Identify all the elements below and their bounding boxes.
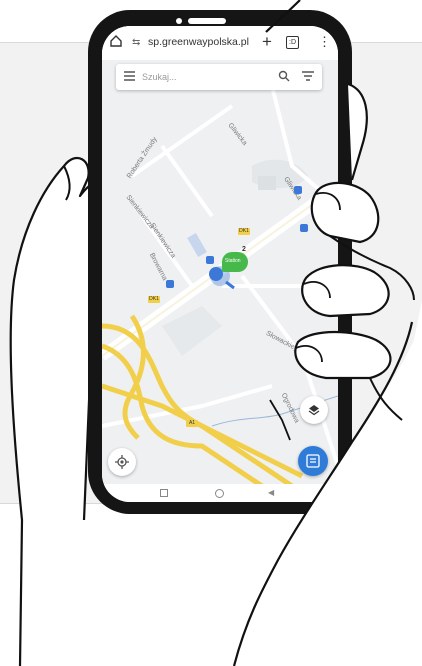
- right-hand-illustration: [232, 0, 422, 666]
